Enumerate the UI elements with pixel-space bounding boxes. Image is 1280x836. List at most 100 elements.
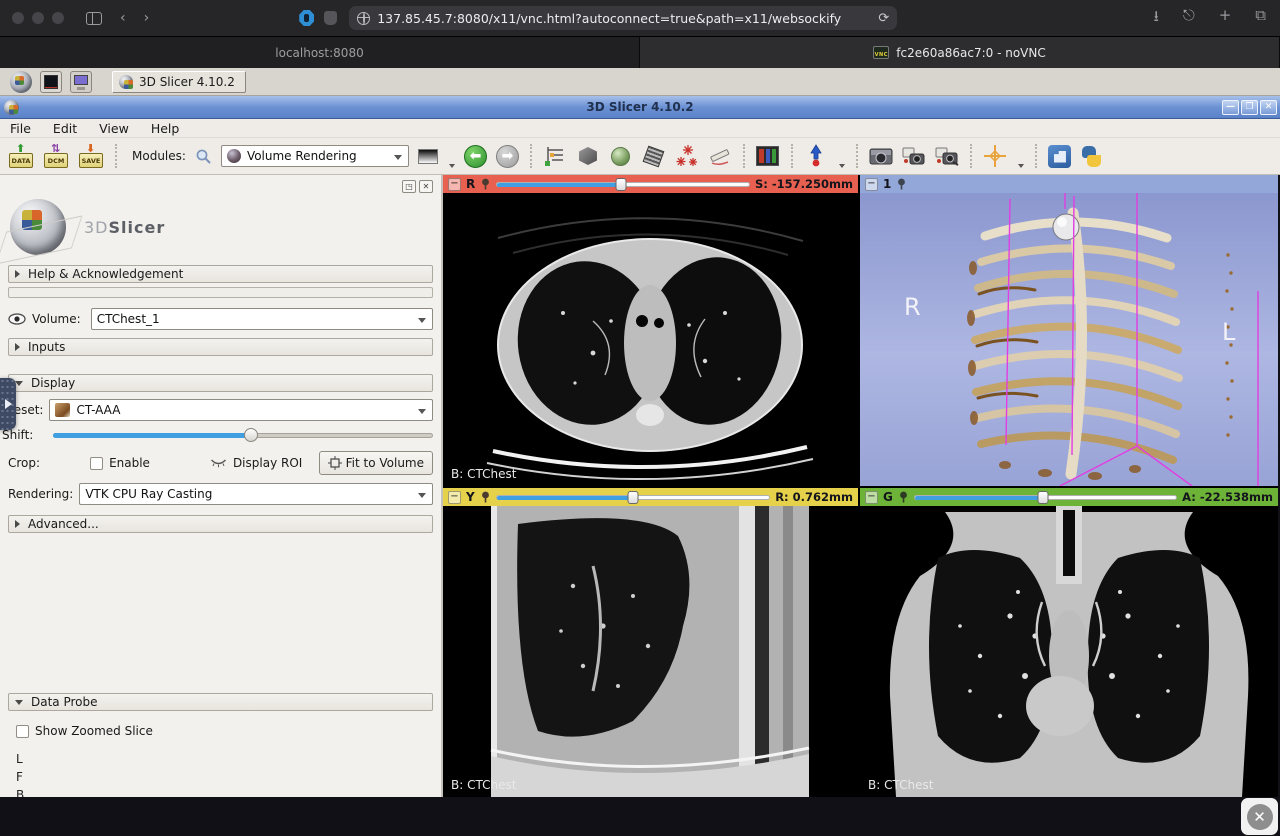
fiducial-icon[interactable] — [804, 144, 828, 168]
sidebar-toggle-icon[interactable] — [86, 12, 102, 25]
display-roi-label[interactable]: Display ROI — [233, 456, 302, 470]
closed-eye-icon[interactable] — [210, 458, 227, 468]
snowflake-markers-icon[interactable] — [675, 144, 699, 168]
novnc-close-button[interactable]: ✕ — [1241, 798, 1278, 835]
collapse-view-button[interactable]: − — [448, 178, 461, 191]
minimize-window-icon[interactable] — [32, 12, 44, 24]
shift-slider-knob[interactable] — [244, 428, 258, 442]
reload-icon[interactable]: ⟳ — [878, 11, 889, 26]
menu-edit[interactable]: Edit — [53, 121, 77, 136]
close-x-icon: ✕ — [1247, 804, 1273, 830]
load-data-button[interactable]: ⬆ DATA — [8, 143, 34, 169]
show-zoomed-slice-checkbox[interactable] — [16, 725, 29, 738]
chevron-down-icon[interactable] — [449, 164, 455, 168]
red-slider-knob[interactable] — [615, 178, 626, 191]
collapse-view-button[interactable]: − — [865, 178, 878, 191]
crosshair-cube-icon[interactable] — [576, 144, 600, 168]
slicer-app-icon[interactable] — [10, 71, 32, 93]
module-back-button[interactable]: ⬅ — [464, 145, 487, 168]
volume-selector[interactable]: CTChest_1 — [91, 308, 433, 330]
mesh-cone-icon[interactable] — [642, 144, 666, 168]
pin-icon[interactable] — [480, 178, 491, 190]
scene-view-camera-icon[interactable] — [902, 144, 926, 168]
pin-icon[interactable] — [898, 491, 909, 503]
screenshot-sphere-icon[interactable] — [609, 144, 633, 168]
display-icon[interactable] — [70, 71, 92, 93]
three-d-viewport[interactable]: R L — [860, 193, 1278, 486]
red-slice-viewport[interactable]: B: CTChest — [443, 193, 858, 486]
dicom-button[interactable]: ⇅ DCM — [43, 143, 69, 169]
yellow-slice-viewport[interactable]: B: CTChest — [443, 506, 858, 797]
extensions-manager-icon[interactable] — [1048, 145, 1071, 168]
downloads-icon[interactable]: ⭳ — [1154, 6, 1159, 31]
section-help-acknowledgement[interactable]: Help & Acknowledgement — [8, 265, 433, 283]
yellow-slice-slider[interactable] — [496, 493, 770, 502]
tab-overview-icon[interactable]: ⧉ — [1255, 6, 1266, 31]
preset-selector[interactable]: CT-AAA — [49, 399, 433, 421]
red-slice-slider[interactable] — [496, 180, 750, 189]
logo-text-3d: 3D — [84, 218, 109, 237]
shift-slider[interactable] — [53, 426, 433, 444]
yellow-slice-header: − Y R: 0.762mm — [443, 488, 858, 506]
screenshot-camera-icon[interactable] — [869, 144, 893, 168]
menu-file[interactable]: File — [10, 121, 31, 136]
menu-help[interactable]: Help — [151, 121, 180, 136]
crosshair-icon[interactable] — [983, 144, 1007, 168]
novnc-control-bar-handle[interactable] — [0, 378, 16, 430]
scene-view-restore-icon[interactable] — [935, 144, 959, 168]
eye-icon[interactable] — [8, 313, 26, 325]
zoom-window-icon[interactable] — [52, 12, 64, 24]
menu-view[interactable]: View — [99, 121, 129, 136]
slicer-task-icon — [119, 75, 133, 89]
url-text[interactable]: 137.85.45.7:8080/x11/vnc.html?autoconnec… — [377, 11, 878, 26]
window-titlebar[interactable]: 3D Slicer 4.10.2 — ❐ ✕ — [0, 96, 1280, 119]
collapse-view-button[interactable]: − — [865, 491, 878, 504]
maximize-button[interactable]: ❐ — [1241, 100, 1258, 115]
section-inputs[interactable]: Inputs — [8, 338, 433, 356]
close-button[interactable]: ✕ — [1260, 100, 1277, 115]
undock-panel-icon[interactable]: ◳ — [402, 180, 416, 193]
pin-icon[interactable] — [480, 491, 491, 503]
module-forward-button[interactable]: ➡ — [496, 145, 519, 168]
chevron-down-icon[interactable] — [839, 164, 845, 168]
minimize-button[interactable]: — — [1222, 100, 1239, 115]
yellow-slider-knob[interactable] — [627, 491, 638, 504]
python-console-icon[interactable] — [1080, 145, 1103, 168]
annotation-ruler-icon[interactable] — [708, 144, 732, 168]
module-selector[interactable]: Volume Rendering — [221, 145, 409, 167]
crop-enable-checkbox[interactable] — [90, 457, 103, 470]
forward-icon[interactable]: › — [144, 10, 150, 26]
chevron-down-icon[interactable] — [1018, 164, 1024, 168]
taskbar-slicer-button[interactable]: 3D Slicer 4.10.2 — [112, 71, 246, 93]
section-display[interactable]: Display — [8, 374, 433, 392]
collapse-view-button[interactable]: − — [448, 491, 461, 504]
tab-localhost[interactable]: localhost:8080 — [0, 37, 640, 68]
privacy-shield-icon[interactable] — [299, 10, 314, 26]
privacy-report-icon[interactable] — [324, 11, 337, 25]
close-panel-icon[interactable]: ✕ — [419, 180, 433, 193]
green-slider-knob[interactable] — [1037, 491, 1048, 504]
layout-selector-icon[interactable] — [756, 144, 780, 168]
rendering-selector[interactable]: VTK CPU Ray Casting — [79, 483, 433, 505]
close-window-icon[interactable] — [12, 12, 24, 24]
terminal-icon[interactable] — [40, 71, 62, 93]
green-slice-slider[interactable] — [914, 493, 1177, 502]
address-bar[interactable]: 137.85.45.7:8080/x11/vnc.html?autoconnec… — [349, 6, 897, 30]
orientation-marker-left: L — [1222, 318, 1235, 346]
share-icon[interactable]: ⎋ — [1183, 6, 1195, 31]
tab-novnc[interactable]: VNC fc2e60a86ac7:0 - noVNC — [640, 37, 1280, 68]
green-slice-offset: A: -22.538mm — [1182, 490, 1273, 504]
section-advanced[interactable]: Advanced... — [8, 515, 433, 533]
module-search-icon[interactable] — [195, 148, 212, 165]
fit-to-volume-button[interactable]: Fit to Volume — [319, 451, 433, 475]
section-display-label: Display — [31, 376, 75, 390]
save-button[interactable]: ⬇ SAVE — [78, 143, 104, 169]
pin-icon[interactable] — [896, 178, 907, 190]
layout-tree-icon[interactable] — [543, 144, 567, 168]
new-tab-icon[interactable]: + — [1219, 6, 1232, 31]
back-icon[interactable]: ‹ — [120, 10, 126, 26]
window-level-icon[interactable] — [418, 149, 438, 164]
slicer-logo-orb — [10, 199, 66, 255]
section-data-probe[interactable]: Data Probe — [8, 693, 433, 711]
green-slice-viewport[interactable]: B: CTChest — [860, 506, 1278, 797]
